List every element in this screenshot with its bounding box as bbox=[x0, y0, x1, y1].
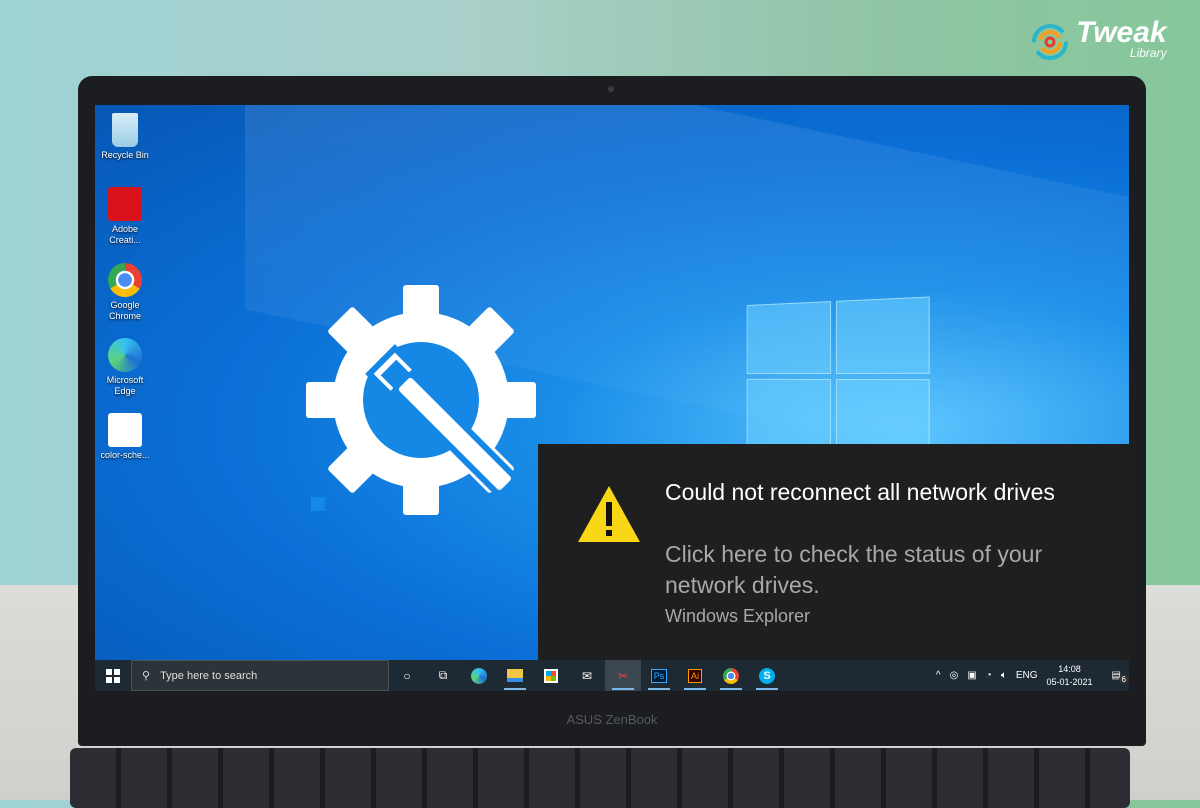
laptop: Recycle Bin Adobe Creati... Google Chrom… bbox=[78, 76, 1146, 746]
desktop-icon-label: Adobe Creati... bbox=[109, 224, 141, 245]
volume-icon[interactable]: 🔈︎ bbox=[1001, 670, 1007, 681]
notification-source: Windows Explorer bbox=[665, 606, 811, 626]
desktop-icon-label: Google Chrome bbox=[108, 300, 141, 321]
taskbar-chrome[interactable] bbox=[713, 660, 749, 691]
toast-notification[interactable]: Could not reconnect all network drives C… bbox=[538, 444, 1129, 660]
start-button[interactable] bbox=[95, 660, 131, 691]
taskbar-edge[interactable] bbox=[461, 660, 497, 691]
desktop-icon-label: Microsoft Edge bbox=[106, 375, 144, 396]
clock-date: 05-01-2021 bbox=[1046, 676, 1093, 687]
desktop-icon-color-scheme[interactable]: color-sche... bbox=[97, 413, 153, 461]
task-view-button[interactable]: ⧉ bbox=[425, 660, 461, 691]
search-placeholder: Type here to search bbox=[160, 669, 258, 682]
desktop-icon-chrome[interactable]: Google Chrome bbox=[97, 263, 153, 322]
adobe-cc-icon bbox=[108, 187, 142, 221]
update-icon[interactable]: ▣ bbox=[967, 670, 976, 681]
webcam bbox=[608, 86, 614, 92]
windows-wallpaper-logo bbox=[746, 296, 930, 456]
chevron-up-icon[interactable]: ^ bbox=[936, 670, 941, 681]
search-icon: ⚲ bbox=[142, 670, 151, 682]
notification-body[interactable]: Click here to check the status of your n… bbox=[665, 539, 1085, 601]
taskbar: ⚲ Type here to search ○ ⧉ ✉ ✂ Ps Ai S ^ ◎… bbox=[95, 660, 1129, 691]
meet-now-icon[interactable]: ◎ bbox=[950, 670, 959, 681]
system-tray: ^ ◎ ▣ ◔ 🔈︎ ENG 14:08 05-01-2021 ▤ 6 bbox=[936, 663, 1129, 689]
taskbar-mail[interactable]: ✉ bbox=[569, 660, 605, 691]
tweak-library-logo: Tweak Library bbox=[1030, 18, 1167, 62]
desktop-icon-adobe[interactable]: Adobe Creati... bbox=[97, 187, 153, 246]
chrome-icon bbox=[108, 263, 142, 297]
recycle-bin-icon bbox=[112, 113, 138, 147]
store-icon bbox=[544, 668, 558, 683]
clock[interactable]: 14:08 05-01-2021 bbox=[1047, 663, 1093, 689]
folder-icon bbox=[507, 669, 523, 682]
action-center-button[interactable]: ▤ 6 bbox=[1112, 670, 1129, 684]
taskbar-photoshop[interactable]: Ps bbox=[641, 660, 677, 691]
taskbar-snipping-tool[interactable]: ✂ bbox=[605, 660, 641, 691]
wifi-icon[interactable]: ◔ bbox=[986, 670, 992, 681]
mail-icon: ✉ bbox=[581, 668, 593, 683]
gear-wrench-icon bbox=[306, 285, 536, 515]
taskbar-file-explorer[interactable] bbox=[497, 660, 533, 691]
desktop-screen: Recycle Bin Adobe Creati... Google Chrom… bbox=[95, 105, 1129, 691]
notification-title: Could not reconnect all network drives bbox=[665, 479, 1055, 505]
taskbar-skype[interactable]: S bbox=[749, 660, 785, 691]
laptop-brand-label: ASUS ZenBook bbox=[566, 712, 658, 727]
notification-count-badge: 6 bbox=[1118, 675, 1129, 684]
desktop-icon-label: color-sche... bbox=[100, 450, 150, 460]
logo-title: Tweak bbox=[1076, 16, 1167, 49]
warning-icon bbox=[578, 486, 640, 542]
chrome-icon bbox=[723, 667, 739, 684]
task-view-icon: ⧉ bbox=[438, 668, 448, 682]
windows-start-icon bbox=[106, 668, 120, 683]
scissors-icon: ✂ bbox=[617, 668, 629, 683]
desktop-icon-label: Recycle Bin bbox=[101, 150, 149, 160]
taskbar-store[interactable] bbox=[533, 660, 569, 691]
cortana-button[interactable]: ○ bbox=[389, 660, 425, 691]
illustrator-icon: Ai bbox=[687, 668, 702, 683]
logo-swirl-icon bbox=[1032, 24, 1068, 60]
edge-icon bbox=[108, 338, 142, 372]
desktop-icon-edge[interactable]: Microsoft Edge bbox=[97, 338, 153, 397]
skype-icon: S bbox=[759, 667, 775, 684]
language-indicator[interactable]: ENG bbox=[1016, 670, 1038, 681]
edge-icon bbox=[471, 667, 487, 684]
photoshop-icon: Ps bbox=[650, 668, 668, 683]
keyboard bbox=[70, 748, 1130, 808]
taskbar-search-box[interactable]: ⚲ Type here to search bbox=[131, 660, 389, 691]
desktop-icon-recycle-bin[interactable]: Recycle Bin bbox=[97, 113, 153, 161]
image-file-icon bbox=[108, 413, 142, 447]
taskbar-illustrator[interactable]: Ai bbox=[677, 660, 713, 691]
clock-time: 14:08 bbox=[1058, 663, 1081, 674]
cortana-icon: ○ bbox=[403, 668, 411, 683]
